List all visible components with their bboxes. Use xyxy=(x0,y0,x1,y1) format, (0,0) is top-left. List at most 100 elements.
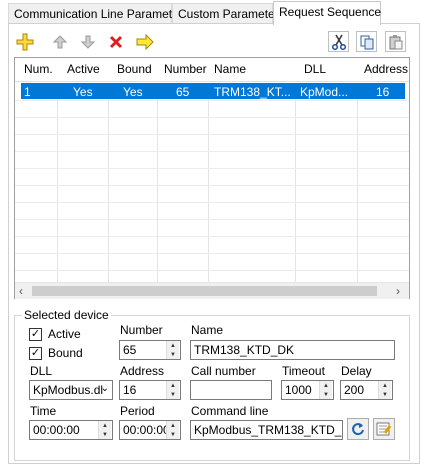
timeout-label: Timeout xyxy=(282,364,325,378)
arrow-down-icon xyxy=(80,35,95,49)
bound-checkbox[interactable]: ✓ xyxy=(29,347,42,360)
address-label: Address xyxy=(120,364,165,378)
call-number-label: Call number xyxy=(191,364,256,378)
row-divider xyxy=(15,185,409,186)
paste-button[interactable] xyxy=(385,31,406,52)
row-divider xyxy=(15,219,409,220)
tab-request-sequence[interactable]: Request Sequence xyxy=(273,1,381,25)
delay-value: 200 xyxy=(344,383,365,397)
spin-down-icon[interactable]: ▼ xyxy=(166,390,179,399)
paste-icon xyxy=(389,34,402,49)
table-cell-number: 65 xyxy=(176,85,190,99)
number-stepper[interactable]: ▲ ▼ xyxy=(166,341,179,359)
spin-down-icon[interactable]: ▼ xyxy=(166,350,179,359)
time-label: Time xyxy=(30,404,57,418)
table-cell-name: TRM138_KT... xyxy=(214,85,291,99)
spin-up-icon[interactable]: ▲ xyxy=(166,341,179,350)
number-label: Number xyxy=(120,323,163,337)
dll-label: DLL xyxy=(30,364,53,378)
column-divider xyxy=(157,83,158,289)
scroll-right-icon[interactable]: › xyxy=(396,284,400,298)
delete-button[interactable] xyxy=(105,31,126,52)
time-stepper[interactable]: ▲ ▼ xyxy=(98,421,111,439)
delay-label: Delay xyxy=(341,364,372,378)
spin-up-icon[interactable]: ▲ xyxy=(319,381,332,390)
table-cell-num: 1 xyxy=(24,85,31,99)
table-cell-dll: KpMod... xyxy=(300,85,349,99)
timeout-value: 1000 xyxy=(285,383,312,397)
row-divider xyxy=(15,117,409,118)
device-properties-button[interactable] xyxy=(373,418,395,440)
period-input[interactable]: 00:00:00 ▲ ▼ xyxy=(119,420,181,440)
scroll-left-icon[interactable]: ‹ xyxy=(19,284,23,298)
row-divider xyxy=(15,100,409,101)
horizontal-scrollbar[interactable]: ‹ › xyxy=(15,282,409,299)
column-header-active[interactable]: Active xyxy=(67,62,100,76)
spin-down-icon[interactable]: ▼ xyxy=(378,390,391,399)
column-divider xyxy=(295,83,296,289)
delete-cross-icon xyxy=(109,35,122,48)
command-line-input[interactable]: KpModbus_TRM138_KTD_DK xyxy=(190,420,343,440)
header-divider xyxy=(15,81,409,82)
add-button[interactable] xyxy=(14,31,35,52)
time-input[interactable]: 00:00:00 ▲ ▼ xyxy=(29,420,113,440)
column-divider xyxy=(108,83,109,289)
timeout-input[interactable]: 1000 ▲ ▼ xyxy=(281,380,334,400)
column-header-name[interactable]: Name xyxy=(214,62,246,76)
spin-up-icon[interactable]: ▲ xyxy=(98,421,111,430)
move-down-button[interactable] xyxy=(77,31,98,52)
row-divider xyxy=(15,236,409,237)
column-header-number[interactable]: Number xyxy=(164,62,207,76)
column-header-address[interactable]: Address xyxy=(364,62,408,76)
delay-stepper[interactable]: ▲ ▼ xyxy=(378,381,391,399)
refresh-icon xyxy=(352,423,364,436)
scissors-icon xyxy=(331,34,346,50)
spin-up-icon[interactable]: ▲ xyxy=(166,381,179,390)
spin-up-icon[interactable]: ▲ xyxy=(166,421,179,430)
tab-communication-line-parameters[interactable]: Communication Line Parameters xyxy=(8,3,189,24)
period-stepper[interactable]: ▲ ▼ xyxy=(166,421,179,439)
spin-down-icon[interactable]: ▼ xyxy=(319,390,332,399)
copy-icon xyxy=(360,35,373,49)
table-cell-address: 16 xyxy=(376,85,390,99)
timeout-stepper[interactable]: ▲ ▼ xyxy=(319,381,332,399)
call-number-input[interactable] xyxy=(190,380,272,400)
chevron-down-icon[interactable]: ⌄ xyxy=(101,383,109,394)
row-divider xyxy=(15,134,409,135)
cut-button[interactable] xyxy=(328,31,349,52)
active-label: Active xyxy=(48,327,81,341)
spin-down-icon[interactable]: ▼ xyxy=(166,430,179,439)
go-to-button[interactable] xyxy=(134,31,155,52)
column-header-num[interactable]: Num. xyxy=(24,62,53,76)
name-input[interactable]: TRM138_KTD_DK xyxy=(190,340,395,360)
move-up-button[interactable] xyxy=(49,31,70,52)
column-divider xyxy=(357,83,358,289)
properties-icon xyxy=(376,422,392,436)
arrow-right-icon xyxy=(136,33,154,50)
column-divider xyxy=(57,83,58,289)
spin-up-icon[interactable]: ▲ xyxy=(378,381,391,390)
copy-button[interactable] xyxy=(356,31,377,52)
spin-down-icon[interactable]: ▼ xyxy=(98,430,111,439)
reset-command-button[interactable] xyxy=(347,418,369,440)
address-stepper[interactable]: ▲ ▼ xyxy=(166,381,179,399)
name-label: Name xyxy=(191,323,224,337)
column-header-dll[interactable]: DLL xyxy=(304,62,326,76)
arrow-up-icon xyxy=(52,34,67,48)
address-input[interactable]: 16 ▲ ▼ xyxy=(119,380,181,400)
active-checkbox[interactable]: ✓ xyxy=(29,328,42,341)
column-header-bound[interactable]: Bound xyxy=(117,62,152,76)
number-input[interactable]: 65 ▲ ▼ xyxy=(119,340,181,360)
row-divider xyxy=(15,168,409,169)
tab-custom-parameters[interactable]: Custom Parameters xyxy=(172,3,285,24)
number-value: 65 xyxy=(123,343,137,357)
row-divider xyxy=(15,270,409,271)
row-divider xyxy=(15,151,409,152)
period-label: Period xyxy=(120,404,155,418)
dll-select[interactable]: KpModbus.dl ⌄ xyxy=(29,380,113,400)
delay-input[interactable]: 200 ▲ ▼ xyxy=(340,380,393,400)
scrollbar-thumb[interactable] xyxy=(32,286,377,296)
column-divider xyxy=(208,83,209,289)
dll-value: KpModbus.dl xyxy=(33,383,104,397)
time-value: 00:00:00 xyxy=(33,423,80,437)
